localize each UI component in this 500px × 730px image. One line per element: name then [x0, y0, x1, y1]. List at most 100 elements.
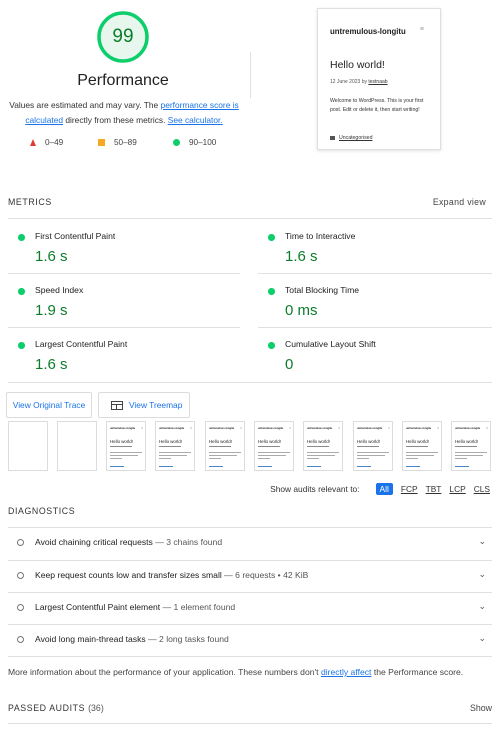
frame-category-line	[357, 466, 371, 467]
metric-largest-contentful-paint: Largest Contentful Paint 1.6 s	[8, 328, 240, 382]
menu-icon: ≡	[240, 426, 242, 430]
frame-body-line	[307, 452, 339, 453]
frame-meta-line	[209, 446, 231, 447]
frame-site-title: untremulous-longitu	[406, 427, 432, 430]
frame-site-title: untremulous-longitu	[159, 427, 185, 430]
frame-body-line	[307, 455, 335, 456]
frame-body-line	[110, 458, 122, 459]
frame-category-line	[455, 466, 469, 467]
show-passed-audits-toggle[interactable]: Show	[470, 703, 492, 713]
menu-icon: ≡	[190, 426, 192, 430]
pass-circle-icon	[268, 342, 275, 349]
pass-circle-icon	[18, 234, 25, 241]
frame-body-line	[357, 452, 389, 453]
audit-long-tasks[interactable]: Avoid long main-thread tasks — 2 long ta…	[8, 625, 492, 655]
frame-category-line	[110, 466, 124, 467]
view-original-trace-button[interactable]: View Original Trace	[6, 392, 92, 418]
info-circle-icon	[17, 636, 24, 643]
view-treemap-button[interactable]: View Treemap	[98, 392, 190, 418]
filmstrip-frame: untremulous-longitu ≡ Hello world!	[254, 421, 294, 471]
passed-audits-count: (36)	[88, 703, 104, 713]
frame-body-line	[455, 458, 467, 459]
filmstrip-frame: untremulous-longitu ≡ Hello world!	[353, 421, 393, 471]
directly-affect-link[interactable]: directly affect	[321, 667, 371, 677]
frame-body-line	[159, 458, 171, 459]
frame-body-line	[258, 455, 286, 456]
pass-circle-icon	[268, 234, 275, 241]
frame-body-line	[406, 455, 434, 456]
filmstrip-frame: untremulous-longitu ≡ Hello world!	[303, 421, 343, 471]
performance-title: Performance	[77, 72, 169, 89]
filter-chip-tbt[interactable]: TBT	[426, 484, 442, 494]
score-description: Values are estimated and may vary. The p…	[9, 100, 239, 125]
expand-view-toggle[interactable]: Expand view	[433, 197, 486, 207]
menu-icon: ≡	[486, 426, 488, 430]
frame-body-line	[209, 452, 241, 453]
metric-first-contentful-paint: First Contentful Paint 1.6 s	[8, 220, 240, 274]
frame-body-line	[258, 452, 290, 453]
metric-cumulative-layout-shift: Cumulative Layout Shift 0	[258, 328, 490, 382]
chevron-down-icon[interactable]: ⌄	[478, 601, 486, 612]
score-value: 99	[112, 26, 134, 47]
post-title: Hello world!	[330, 59, 385, 71]
chevron-down-icon[interactable]: ⌄	[478, 633, 486, 644]
see-calculator-link[interactable]: See calculator.	[168, 115, 223, 125]
frame-meta-line	[258, 446, 280, 447]
frame-category-line	[406, 466, 420, 467]
legend-average: 50–89	[98, 138, 137, 147]
frame-site-title: untremulous-longitu	[307, 427, 333, 430]
metrics-heading: METRICS	[8, 197, 52, 207]
frame-body-line	[258, 458, 270, 459]
audit-critical-request-chains[interactable]: Avoid chaining critical requests — 3 cha…	[8, 528, 492, 558]
filmstrip-frame: untremulous-longitu ≡ Hello world!	[106, 421, 146, 471]
site-title: untremulous-longitu	[330, 27, 406, 36]
filter-chip-cls[interactable]: CLS	[474, 484, 490, 494]
audit-lcp-element[interactable]: Largest Contentful Paint element — 1 ele…	[8, 593, 492, 623]
frame-site-title: untremulous-longitu	[455, 427, 481, 430]
frame-meta-line	[455, 446, 477, 447]
frame-post-title: Hello world!	[357, 439, 380, 444]
pass-circle-icon	[173, 139, 180, 146]
frame-body-line	[159, 452, 191, 453]
final-screenshot[interactable]: untremulous-longitu ≡ Hello world! 12 Ju…	[317, 8, 441, 150]
frame-body-line	[209, 458, 221, 459]
metric-total-blocking-time: Total Blocking Time 0 ms	[258, 274, 490, 328]
divider	[250, 52, 251, 98]
frame-meta-line	[307, 446, 329, 447]
frame-post-title: Hello world!	[455, 439, 478, 444]
frame-body-line	[159, 455, 187, 456]
frame-category-line	[209, 466, 223, 467]
menu-icon: ≡	[388, 426, 390, 430]
frame-site-title: untremulous-longitu	[258, 427, 284, 430]
score-legend: 0–49 50–89 90–100	[0, 138, 246, 150]
pass-circle-icon	[18, 288, 25, 295]
post-body: Welcome to WordPress. This is your first…	[330, 98, 424, 113]
frame-body-line	[357, 458, 369, 459]
frame-category-line	[159, 466, 173, 467]
legend-fail: 0–49	[30, 138, 63, 147]
frame-post-title: Hello world!	[406, 439, 429, 444]
frame-site-title: untremulous-longitu	[110, 427, 136, 430]
frame-body-line	[110, 455, 138, 456]
frame-body-line	[209, 455, 237, 456]
filmstrip-frame-blank	[8, 421, 48, 471]
filmstrip-frame: untremulous-longitu ≡ Hello world!	[205, 421, 245, 471]
chevron-down-icon[interactable]: ⌄	[478, 536, 486, 547]
audit-resource-summary[interactable]: Keep request counts low and transfer siz…	[8, 561, 492, 591]
frame-meta-line	[159, 446, 181, 447]
pass-circle-icon	[268, 288, 275, 295]
frame-post-title: Hello world!	[209, 439, 232, 444]
passed-audits-heading: PASSED AUDITS (36)	[8, 703, 104, 713]
filmstrip-frame: untremulous-longitu ≡ Hello world!	[451, 421, 491, 471]
frame-body-line	[406, 458, 418, 459]
frame-body-line	[455, 455, 483, 456]
filter-chip-lcp[interactable]: LCP	[449, 484, 465, 494]
info-circle-icon	[17, 572, 24, 579]
filter-chip-all[interactable]: All	[375, 483, 393, 495]
divider	[8, 656, 492, 657]
filter-chip-fcp[interactable]: FCP	[401, 484, 418, 494]
diagnostics-heading: DIAGNOSTICS	[8, 506, 76, 516]
average-square-icon	[98, 139, 105, 146]
frame-meta-line	[110, 446, 132, 447]
chevron-down-icon[interactable]: ⌄	[478, 569, 486, 580]
